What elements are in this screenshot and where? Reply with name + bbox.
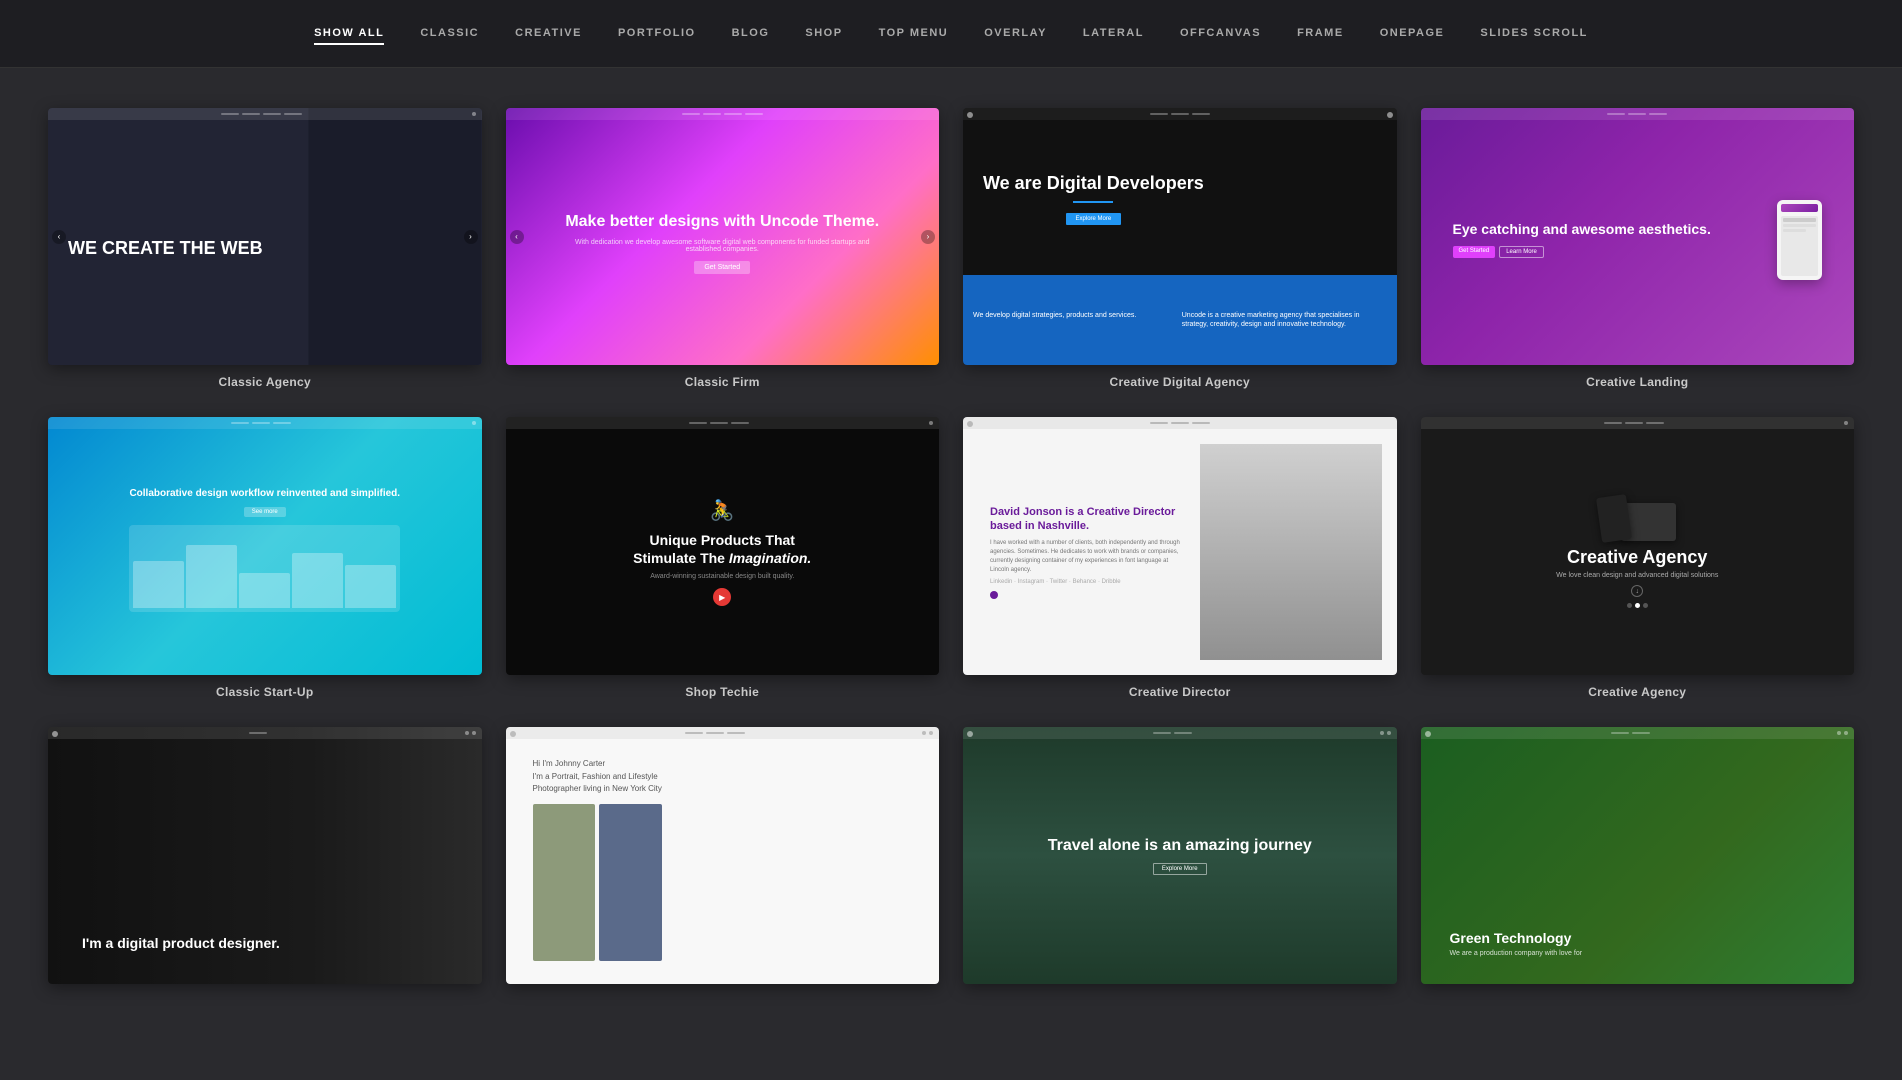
theme-grid: ‹ › WE CREATE THE WEB Classic Agency Mak… xyxy=(0,68,1902,1014)
nav-overlay[interactable]: OVERLAY xyxy=(984,23,1047,45)
card-7-dot xyxy=(990,591,998,599)
card-8-text: Creative Agency xyxy=(1567,547,1707,569)
card-8-label: Creative Agency xyxy=(1588,685,1686,699)
nav-show-all[interactable]: SHOW ALL xyxy=(314,23,384,45)
card-2-sub: With dedication we develop awesome softw… xyxy=(574,239,870,253)
card-6-label: Shop Techie xyxy=(685,685,759,699)
card-4-text: Eye catching and awesome aesthetics. xyxy=(1453,221,1768,238)
next-arrow-1[interactable]: › xyxy=(464,230,478,244)
nav-slides-scroll[interactable]: SLIDES SCROLL xyxy=(1480,23,1588,45)
card-creative-digital-agency[interactable]: We are Digital Developers Explore More W… xyxy=(963,108,1397,389)
card-4-btn1[interactable]: Get Started xyxy=(1453,246,1496,258)
card-8-dot1 xyxy=(1627,603,1632,608)
card-creative-agency[interactable]: Creative Agency We love clean design and… xyxy=(1421,417,1855,698)
card-3-sub-left: We develop digital strategies, products … xyxy=(973,311,1178,331)
card-6-sub: Award-winning sustainable design built q… xyxy=(650,573,794,580)
nav-portfolio[interactable]: PORTFOLIO xyxy=(618,23,696,45)
card-10-photo1 xyxy=(533,804,596,961)
card-7-sub: I have worked with a number of clients, … xyxy=(990,539,1188,575)
top-navigation: SHOW ALL CLASSIC CREATIVE PORTFOLIO BLOG… xyxy=(0,0,1902,68)
nav-frame[interactable]: FRAME xyxy=(1297,23,1344,45)
card-9-text: I'm a digital product designer. xyxy=(82,935,280,952)
card-classic-firm[interactable]: Make better designs with Uncode Theme. W… xyxy=(506,108,940,389)
next-arrow-2[interactable]: › xyxy=(921,230,935,244)
card-7-text: David Jonson is a Creative Director base… xyxy=(990,505,1188,534)
card-8-dot2 xyxy=(1635,603,1640,608)
card-2-label: Classic Firm xyxy=(685,375,760,389)
card-creative-director[interactable]: David Jonson is a Creative Director base… xyxy=(963,417,1397,698)
nav-shop[interactable]: SHOP xyxy=(805,23,842,45)
prev-arrow-2[interactable]: ‹ xyxy=(510,230,524,244)
card-6-play[interactable]: ▶ xyxy=(713,588,731,606)
card-7-links: Linkedin · Instagram · Twitter · Behance… xyxy=(990,579,1188,585)
card-3-text: We are Digital Developers xyxy=(983,173,1204,195)
card-5-label: Classic Start-Up xyxy=(216,685,314,699)
card-photographer[interactable]: Hi I'm Johnny CarterI'm a Portrait, Fash… xyxy=(506,727,940,994)
card-8-arrow[interactable]: ↓ xyxy=(1631,585,1643,597)
card-10-photo2 xyxy=(599,804,662,961)
card-travel[interactable]: Travel alone is an amazing journey Explo… xyxy=(963,727,1397,994)
card-10-text: Hi I'm Johnny CarterI'm a Portrait, Fash… xyxy=(533,758,662,796)
nav-lateral[interactable]: LATERAL xyxy=(1083,23,1144,45)
card-3-label: Creative Digital Agency xyxy=(1110,375,1251,389)
nav-creative[interactable]: CREATIVE xyxy=(515,23,582,45)
prev-arrow-1[interactable]: ‹ xyxy=(52,230,66,244)
card-classic-startup[interactable]: Collaborative design workflow reinvented… xyxy=(48,417,482,698)
nav-top-menu[interactable]: TOP MENU xyxy=(879,23,949,45)
card-4-btn2[interactable]: Learn More xyxy=(1499,246,1544,258)
nav-blog[interactable]: BLOG xyxy=(732,23,770,45)
card-5-btn[interactable]: See more xyxy=(244,507,286,517)
card-8-dot3 xyxy=(1643,603,1648,608)
card-8-sub: We love clean design and advanced digita… xyxy=(1556,572,1718,579)
card-12-text: Green Technology xyxy=(1450,930,1583,947)
card-3-sub-right: Uncode is a creative marketing agency th… xyxy=(1182,311,1387,331)
card-4-label: Creative Landing xyxy=(1586,375,1688,389)
card-digital-designer[interactable]: I'm a digital product designer. xyxy=(48,727,482,994)
card-5-text: Collaborative design workflow reinvented… xyxy=(129,486,400,501)
card-2-text: Make better designs with Uncode Theme. xyxy=(565,211,879,233)
nav-list: SHOW ALL CLASSIC CREATIVE PORTFOLIO BLOG… xyxy=(314,23,1588,45)
card-6-text: Unique Products ThatStimulate The Imagin… xyxy=(633,531,811,567)
nav-onepage[interactable]: ONEPAGE xyxy=(1380,23,1445,45)
card-1-text: WE CREATE THE WEB xyxy=(68,214,263,259)
card-2-btn[interactable]: Get Started xyxy=(694,261,750,274)
card-12-sub: We are a production company with love fo… xyxy=(1450,950,1583,957)
nav-offcanvas[interactable]: OFFCANVAS xyxy=(1180,23,1261,45)
card-1-label: Classic Agency xyxy=(219,375,311,389)
card-classic-agency[interactable]: ‹ › WE CREATE THE WEB Classic Agency xyxy=(48,108,482,389)
card-green-technology[interactable]: Green Technology We are a production com… xyxy=(1421,727,1855,994)
card-7-label: Creative Director xyxy=(1129,685,1231,699)
card-3-btn[interactable]: Explore More xyxy=(1066,213,1122,225)
card-shop-techie[interactable]: 🚴 Unique Products ThatStimulate The Imag… xyxy=(506,417,940,698)
card-7-person xyxy=(1200,444,1382,659)
nav-classic[interactable]: CLASSIC xyxy=(420,23,479,45)
card-11-text: Travel alone is an amazing journey xyxy=(1048,836,1312,855)
card-creative-landing[interactable]: Eye catching and awesome aesthetics. Get… xyxy=(1421,108,1855,389)
card-4-phone-mock xyxy=(1777,200,1822,280)
card-8-device-phone xyxy=(1596,494,1632,543)
card-11-btn[interactable]: Explore More xyxy=(1153,863,1207,875)
